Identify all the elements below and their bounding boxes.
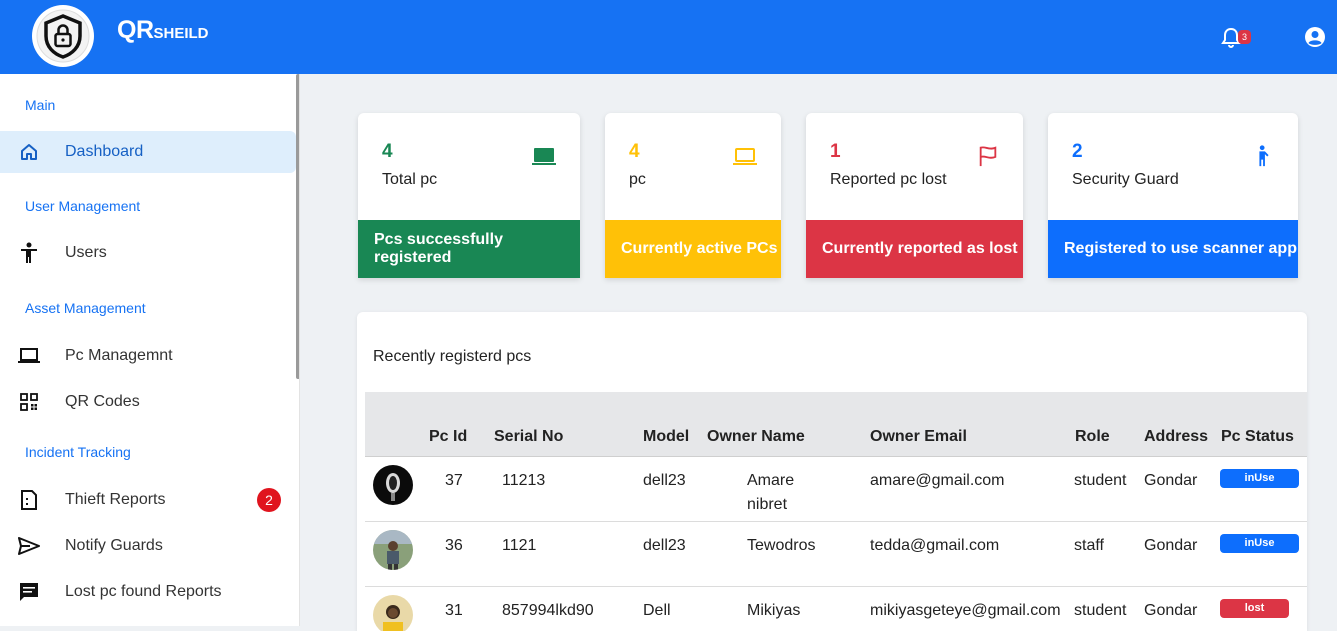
accessibility-icon: [18, 242, 40, 264]
user-account-icon[interactable]: [1304, 26, 1326, 48]
sidebar: Main Dashboard User Management Users Ass…: [0, 74, 300, 626]
recent-pcs-panel: Recently registerd pcs Pc Id Serial No M…: [357, 312, 1307, 631]
flag-icon: [979, 146, 997, 167]
cell-owner-name: Amare nibret: [747, 469, 794, 517]
sidebar-item-lost-pc-found[interactable]: Lost pc found Reports: [0, 571, 296, 613]
owner-second-line: nibret: [747, 496, 788, 513]
column-header[interactable]: Pc Status: [1221, 428, 1294, 446]
stat-title: Total pc: [382, 171, 438, 188]
cell-serial: 1121: [502, 537, 537, 554]
stat-title: Security Guard: [1072, 171, 1179, 188]
home-icon: [18, 141, 40, 163]
column-header[interactable]: Owner Name: [707, 428, 805, 446]
sidebar-item-label: QR Codes: [65, 393, 140, 410]
cell-model: dell23: [643, 472, 686, 489]
column-header[interactable]: Model: [643, 428, 689, 446]
sidebar-item-notify-guards[interactable]: Notify Guards: [0, 525, 296, 567]
sidebar-item-users[interactable]: Users: [0, 232, 296, 274]
send-icon: [18, 535, 40, 557]
sidebar-item-label: Lost pc found Reports: [65, 583, 222, 600]
stat-value: 4: [629, 141, 640, 162]
shield-lock-icon: [36, 9, 90, 63]
brand-main: QR: [117, 16, 154, 44]
table-row[interactable]: 36 1121 dell23 Tewodros tedda@gmail.com …: [365, 522, 1307, 587]
status-badge: inUse: [1220, 469, 1299, 488]
table-header: Pc Id Serial No Model Owner Name Owner E…: [365, 392, 1307, 457]
cell-role: staff: [1074, 537, 1104, 554]
brand-sub: SHEILD: [153, 25, 209, 42]
cell-serial: 11213: [502, 472, 546, 489]
sidebar-item-label: Dashboard: [65, 143, 144, 160]
notification-badge: 3: [1238, 30, 1252, 44]
cell-model: dell23: [643, 537, 686, 554]
laptop-icon: [18, 345, 40, 367]
sidebar-scrollbar[interactable]: [296, 74, 299, 379]
stat-footer: Pcs successfully registered: [358, 220, 580, 278]
stat-card-active-pc[interactable]: 4 pc Currently active PCs: [605, 113, 781, 278]
sidebar-item-pc-management[interactable]: Pc Managemnt: [0, 335, 296, 377]
cell-role: student: [1074, 602, 1127, 619]
section-main: Main: [25, 97, 56, 113]
column-header[interactable]: Serial No: [494, 428, 563, 446]
column-header[interactable]: Pc Id: [429, 428, 467, 446]
panel-title: Recently registerd pcs: [373, 348, 532, 365]
app-logo[interactable]: [32, 5, 94, 67]
table-row[interactable]: 31 857994lkd90 Dell Mikiyas mikiyasgetey…: [365, 587, 1307, 631]
status-badge: lost: [1220, 599, 1289, 618]
stat-value: 2: [1072, 141, 1083, 162]
cell-owner-name: Tewodros: [747, 537, 816, 554]
stat-title: Reported pc lost: [830, 171, 947, 188]
cell-email: amare@gmail.com: [870, 472, 1005, 489]
sidebar-item-qr-codes[interactable]: QR Codes: [0, 381, 296, 423]
stat-value: 4: [382, 141, 393, 162]
cell-address: Gondar: [1144, 602, 1198, 619]
cell-owner-name: Mikiyas: [747, 602, 801, 619]
avatar: [373, 530, 413, 570]
sidebar-item-label: Notify Guards: [65, 537, 163, 554]
cell-pc-id: 31: [445, 602, 463, 619]
sidebar-item-dashboard[interactable]: Dashboard: [0, 131, 296, 173]
stat-footer: Currently active PCs: [605, 220, 781, 278]
avatar: [373, 595, 413, 631]
stat-footer: Registered to use scanner app: [1048, 220, 1298, 278]
column-header[interactable]: Address: [1144, 428, 1208, 446]
cell-model: Dell: [643, 602, 671, 619]
cell-pc-id: 37: [445, 472, 463, 489]
stat-value: 1: [830, 141, 841, 162]
cell-role: student: [1074, 472, 1127, 489]
cell-serial: 857994lkd90: [502, 602, 594, 619]
column-header[interactable]: Role: [1075, 428, 1110, 446]
thieft-count-badge: 2: [257, 488, 281, 512]
owner-first-line: Amare: [747, 472, 795, 489]
section-user-management: User Management: [25, 198, 141, 214]
section-incident-tracking: Incident Tracking: [25, 444, 131, 460]
sidebar-item-label: Thieft Reports: [65, 491, 166, 508]
stat-card-total-pc[interactable]: 4 Total pc Pcs successfully registered: [358, 113, 580, 278]
sidebar-item-thieft-reports[interactable]: Thieft Reports 2: [0, 479, 296, 521]
brand-name: QRSHEILD: [117, 16, 209, 45]
top-header: QRSHEILD 3: [0, 0, 1337, 74]
cell-address: Gondar: [1144, 472, 1198, 489]
laptop-outline-icon: [733, 148, 757, 165]
stat-card-security-guard[interactable]: 2 Security Guard Registered to use scann…: [1048, 113, 1298, 278]
section-asset-management: Asset Management: [25, 300, 146, 316]
stat-footer: Currently reported as lost: [806, 220, 1023, 278]
cell-email: tedda@gmail.com: [870, 537, 1000, 554]
qr-code-icon: [18, 391, 40, 413]
sidebar-item-label: Users: [65, 244, 107, 261]
table-row[interactable]: 37 11213 dell23 Amare nibret amare@gmail.…: [365, 457, 1307, 522]
sidebar-item-label: Pc Managemnt: [65, 347, 173, 364]
laptop-icon: [532, 148, 556, 165]
cell-address: Gondar: [1144, 537, 1198, 554]
cell-pc-id: 36: [445, 537, 463, 554]
person-icon: [1259, 145, 1269, 167]
cell-email: mikiyasgeteye@gmail.com: [870, 602, 1061, 619]
report-icon: [18, 489, 40, 511]
stat-title: pc: [629, 171, 646, 188]
column-header[interactable]: Owner Email: [870, 428, 967, 446]
avatar: [373, 465, 413, 505]
status-badge: inUse: [1220, 534, 1299, 553]
stat-card-reported-lost[interactable]: 1 Reported pc lost Currently reported as…: [806, 113, 1023, 278]
message-icon: [18, 581, 40, 603]
